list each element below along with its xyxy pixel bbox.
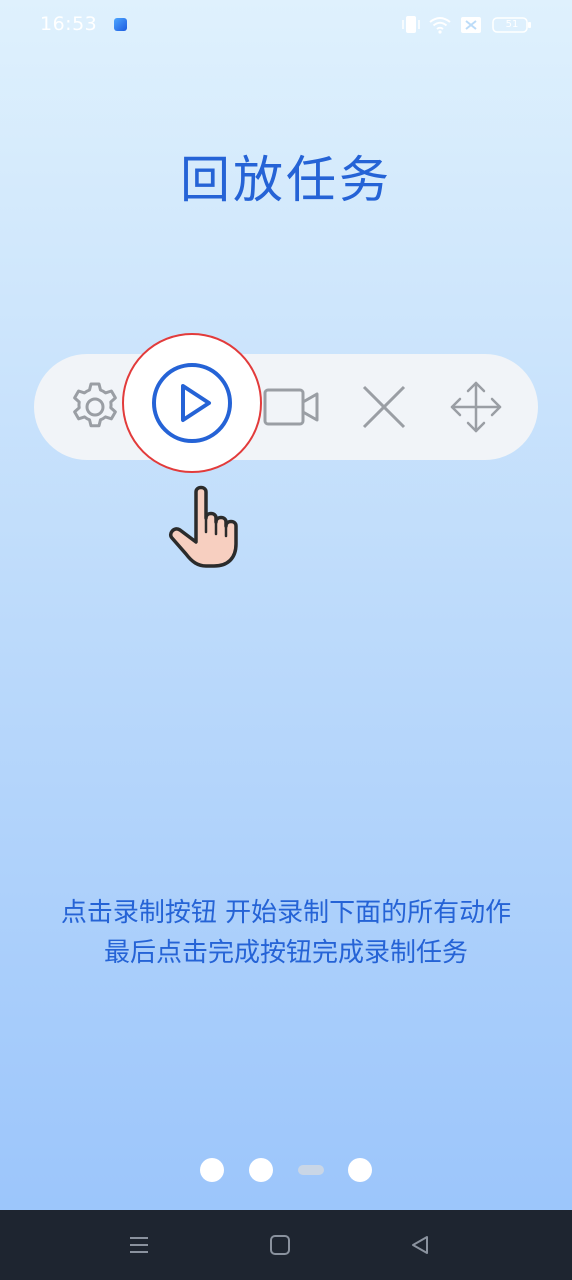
back-button[interactable] — [405, 1230, 435, 1260]
home-button[interactable] — [265, 1230, 295, 1260]
play-icon — [152, 363, 232, 443]
signal-off-icon — [461, 17, 481, 33]
home-square-icon — [270, 1235, 290, 1255]
record-video-button[interactable] — [262, 354, 322, 460]
instructions: 点击录制按钮 开始录制下面的所有动作 最后点击完成按钮完成录制任务 — [0, 893, 572, 973]
page-dot-4[interactable] — [348, 1158, 372, 1182]
wifi-icon — [429, 17, 451, 34]
instruction-line-1: 点击录制按钮 开始录制下面的所有动作 — [60, 898, 512, 928]
hand-pointer-icon — [168, 485, 238, 568]
move-handle[interactable] — [446, 354, 506, 460]
status-icons: 51 — [402, 14, 532, 36]
settings-button[interactable] — [64, 354, 126, 460]
page-indicator — [0, 1158, 572, 1182]
video-camera-icon — [263, 388, 319, 426]
app-notification-icon — [114, 18, 127, 31]
move-icon — [450, 381, 502, 433]
battery-level: 51 — [505, 19, 519, 30]
gear-icon — [73, 382, 117, 428]
vibrate-icon — [402, 16, 420, 33]
recent-apps-button[interactable] — [124, 1230, 154, 1260]
close-icon — [362, 385, 406, 429]
play-button[interactable] — [122, 333, 262, 473]
back-triangle-icon — [412, 1236, 428, 1254]
page-dot-1[interactable] — [200, 1158, 224, 1182]
navigation-bar — [0, 1210, 572, 1280]
instruction-line-2: 最后点击完成按钮完成录制任务 — [103, 938, 468, 968]
menu-icon — [130, 1237, 148, 1253]
status-bar: 16:53 51 — [0, 0, 572, 50]
page-dot-3-active[interactable] — [298, 1165, 324, 1175]
page-dot-2[interactable] — [249, 1158, 273, 1182]
page-title: 回放任务 — [180, 151, 392, 209]
close-button[interactable] — [354, 354, 414, 460]
status-time: 16:53 — [40, 13, 98, 35]
floating-toolbar — [34, 354, 538, 460]
